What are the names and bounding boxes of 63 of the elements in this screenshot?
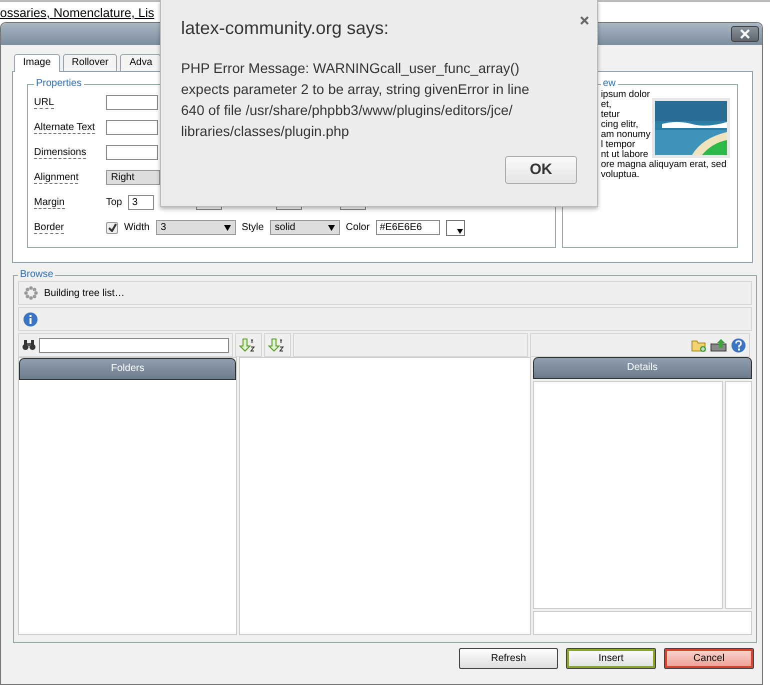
group-legend: Properties: [34, 78, 84, 90]
preview-text-line: nt ut labore: [600, 150, 648, 160]
preview-text-line: tetur: [600, 110, 620, 120]
preview-text-line: et,: [600, 100, 612, 110]
style-dropdown[interactable]: solid: [270, 220, 340, 235]
checkbox[interactable]: [106, 222, 118, 234]
insert-button[interactable]: Insert: [566, 648, 656, 669]
text-field[interactable]: [106, 95, 158, 110]
binoculars-icon: [22, 339, 36, 351]
preview-text-line: ipsum dolor: [600, 90, 650, 100]
color-picker-button[interactable]: [446, 220, 465, 236]
field-label: Alternate Text: [34, 122, 95, 134]
info-icon: [23, 312, 38, 326]
field-label: Top: [106, 196, 122, 210]
new-folder-icon: [691, 338, 707, 352]
text-field[interactable]: [106, 145, 158, 160]
column-header: Details: [532, 357, 752, 379]
group-legend: Browse: [18, 269, 56, 281]
cancel-button[interactable]: Cancel: [664, 648, 754, 669]
column-header: Folders: [19, 358, 236, 380]
sort-icon: [268, 338, 284, 352]
close-icon: [740, 29, 750, 39]
sort-icon: [239, 338, 255, 352]
margin-field[interactable]: 3: [128, 195, 154, 210]
ok-button[interactable]: OK: [505, 156, 577, 184]
search-field[interactable]: [39, 338, 229, 352]
upload-icon: [710, 338, 728, 352]
alert-title: latex-community.org says:: [181, 17, 390, 40]
preview-text-line: l tempor: [600, 140, 636, 150]
field-label: Alignment: [34, 172, 78, 184]
group-legend: ew: [600, 78, 618, 90]
caret-icon: [224, 224, 231, 230]
tab[interactable]: Adva: [120, 54, 162, 71]
preview-text-line: voluptua.: [600, 170, 640, 180]
text-field[interactable]: [106, 120, 158, 135]
close-icon: [580, 16, 589, 26]
field-label: Color: [346, 221, 370, 235]
field-label: Border: [34, 222, 64, 234]
close-button[interactable]: [731, 26, 759, 42]
alignment-dropdown[interactable]: Right: [106, 170, 160, 185]
field-label: Width: [124, 221, 150, 235]
preview-text-line: am nonumy: [600, 130, 650, 140]
refresh-button[interactable]: Refresh: [459, 648, 558, 669]
status-text: Building tree list…: [44, 286, 125, 300]
preview-text-line: cing elitr,: [600, 120, 638, 130]
caret-icon: [328, 224, 335, 230]
alert-message: PHP Error Message: WARNINGcall_user_func_array() expects parameter 2 to be array, string givenError in line 640 of file /usr/share/phpbb3/www/plugins/editors/jce/ libraries/classes/plugin.php: [181, 59, 530, 141]
tab[interactable]: Rollover: [62, 54, 118, 71]
caret-icon: [456, 228, 463, 234]
field-label: Dimensions: [34, 147, 86, 159]
field-label: Style: [242, 221, 264, 235]
help-icon: [731, 338, 746, 352]
preview-text-line: ore magna aliquyam erat, sed: [600, 160, 726, 170]
color-field[interactable]: #E6E6E6: [376, 220, 440, 235]
field-label: URL: [34, 97, 54, 109]
sort-button[interactable]: [235, 333, 262, 357]
sort-button[interactable]: [264, 333, 291, 357]
page-link[interactable]: ossaries, Nomenclature, Lis: [0, 6, 154, 20]
tab[interactable]: Image: [14, 54, 60, 72]
width-dropdown[interactable]: 3: [156, 220, 236, 235]
check-icon: [108, 223, 116, 232]
field-label: Margin: [34, 197, 65, 209]
spinner-icon: [23, 285, 39, 301]
